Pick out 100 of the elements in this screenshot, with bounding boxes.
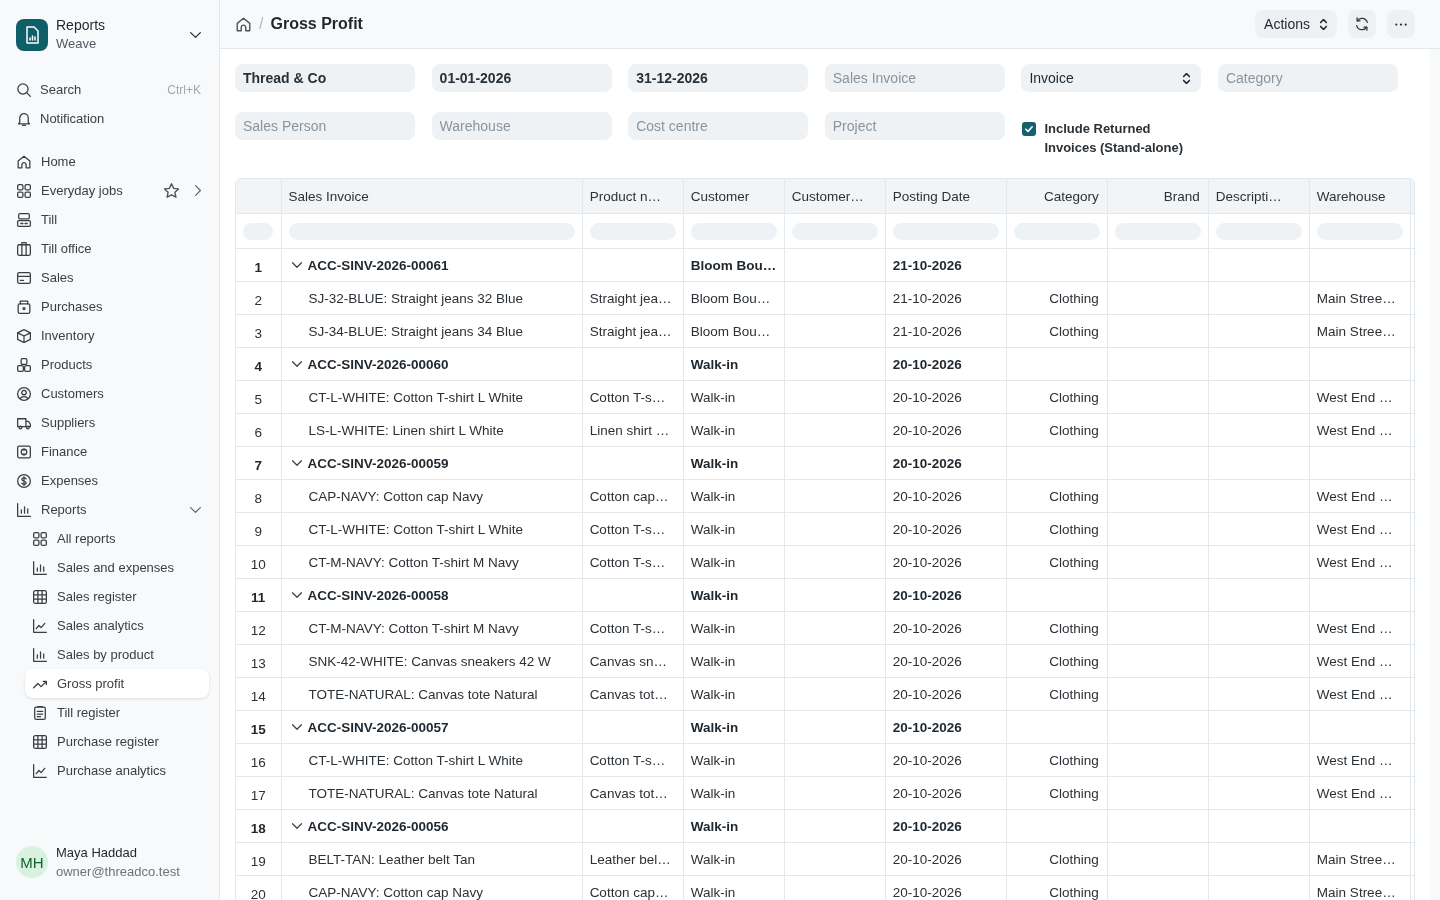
chevron-down-icon[interactable] xyxy=(291,361,302,368)
table-cell: 20-10-2026 xyxy=(885,809,1007,843)
group-title: ACC-SINV-2026-00058 xyxy=(307,587,449,603)
table-cell: 20-10-2026 xyxy=(885,644,1007,678)
table-cell: Clothing xyxy=(1006,512,1108,546)
sidebar-item[interactable]: Till register xyxy=(25,698,209,727)
column-header[interactable]: Warehouse xyxy=(1309,179,1411,214)
filter-field[interactable]: Project xyxy=(824,112,1005,140)
actions-button[interactable]: Actions xyxy=(1255,10,1337,38)
row-number: 14 xyxy=(236,677,281,711)
chevron-down-icon[interactable] xyxy=(291,724,302,731)
box-icon xyxy=(17,299,31,314)
sidebar-item[interactable]: Purchases xyxy=(9,292,209,321)
star-icon[interactable] xyxy=(164,183,179,198)
date-field[interactable]: 01-01-2026 xyxy=(431,64,612,92)
bar-chart-icon xyxy=(33,560,47,575)
sidebar-item[interactable]: Purchase analytics xyxy=(25,756,209,785)
search-button[interactable]: Search Ctrl+K xyxy=(9,75,209,104)
filter-field[interactable]: Thread & Co xyxy=(235,64,415,92)
table-cell: Cotton T-s… xyxy=(582,611,684,645)
table-cell: 20-10-2026 xyxy=(885,347,1007,381)
sidebar-item[interactable]: Expenses xyxy=(9,466,209,495)
refresh-icon xyxy=(1355,17,1369,31)
table-cell: Straight jea… xyxy=(582,281,684,315)
table-cell: Main Stree… xyxy=(1309,314,1411,348)
filter-field[interactable]: Category xyxy=(1217,64,1398,92)
table-cell: CT-L-WHITE: Cotton T-shirt L White xyxy=(281,743,583,777)
notification-button[interactable]: Notification xyxy=(9,104,209,133)
sidebar-item[interactable]: Finance xyxy=(9,437,209,466)
group-title: ACC-SINV-2026-00057 xyxy=(307,719,449,735)
sidebar-item[interactable]: Sales analytics xyxy=(25,611,209,640)
column-header[interactable]: Category xyxy=(1006,179,1108,214)
table-cell: TOTE-NATURAL: Canvas tote Natural xyxy=(281,776,583,810)
column-header[interactable]: Sales Invoice xyxy=(281,179,583,214)
select-field[interactable]: Invoice xyxy=(1021,64,1202,92)
sidebar-item[interactable]: Home xyxy=(9,147,209,176)
table-cell: CT-M-NAVY: Cotton T-shirt M Navy xyxy=(281,611,583,645)
sidebar-item[interactable]: Products xyxy=(9,350,209,379)
chevron-down-icon[interactable] xyxy=(291,460,302,467)
safe-icon xyxy=(17,444,31,459)
table-cell: Walk-in xyxy=(683,644,785,678)
chevron-down-icon[interactable] xyxy=(190,31,201,38)
sidebar-item[interactable]: Sales register xyxy=(25,582,209,611)
chevron-right-icon[interactable] xyxy=(195,185,201,196)
chevron-down-icon[interactable] xyxy=(291,823,302,830)
column-header[interactable]: Product n… xyxy=(582,179,684,214)
table-cell: Bloom Bou… xyxy=(683,248,785,282)
filter-field[interactable]: Sales Invoice xyxy=(824,64,1005,92)
table-cell: Linen shirt … xyxy=(582,413,684,447)
filter-field[interactable]: Cost centre xyxy=(628,112,809,140)
table-cell: CT-L-WHITE: Cotton T-shirt L White xyxy=(281,380,583,414)
filter-field[interactable]: Sales Person xyxy=(235,112,415,140)
sidebar-item[interactable]: Everyday jobs xyxy=(9,176,209,205)
user-name: Maya Haddad xyxy=(56,844,138,862)
sidebar-item[interactable]: Till office xyxy=(9,234,209,263)
table-cell: Clothing xyxy=(1006,875,1108,900)
table-cell: Bloom Bou… xyxy=(683,281,785,315)
bar-chart-icon xyxy=(17,502,31,517)
table-cell: West End … xyxy=(1309,380,1411,414)
table-cell: Clothing xyxy=(1006,842,1108,876)
sidebar-item[interactable]: Suppliers xyxy=(9,408,209,437)
sidebar-item[interactable]: Gross profit xyxy=(25,669,209,698)
user-avatar: MH xyxy=(16,846,48,878)
table-cell: BELT-TAN: Leather belt Tan xyxy=(281,842,583,876)
sidebar-item[interactable]: Sales and expenses xyxy=(25,553,209,582)
table-cell: Walk-in xyxy=(683,710,785,744)
column-header[interactable]: Customer xyxy=(683,179,785,214)
column-header[interactable]: Customer… xyxy=(784,179,886,214)
chevron-down-icon[interactable] xyxy=(291,592,302,599)
sidebar-item[interactable]: Customers xyxy=(9,379,209,408)
sidebar-item[interactable]: Reports xyxy=(9,495,209,524)
table-cell: Walk-in xyxy=(683,743,785,777)
table-cell: 20-10-2026 xyxy=(885,842,1007,876)
home-icon[interactable] xyxy=(236,16,251,32)
table-cell: Walk-in xyxy=(683,578,785,612)
column-header[interactable]: Posting Date xyxy=(885,179,1007,214)
column-header[interactable]: Descripti… xyxy=(1208,179,1310,214)
sidebar-item[interactable]: Sales xyxy=(9,263,209,292)
row-number: 20 xyxy=(236,875,281,900)
filter-field[interactable]: Warehouse xyxy=(431,112,612,140)
sidebar-item[interactable]: Purchase register xyxy=(25,727,209,756)
sidebar-item[interactable]: Till xyxy=(9,205,209,234)
drawer-icon xyxy=(17,212,31,227)
chevron-down-icon[interactable] xyxy=(291,262,302,269)
column-header[interactable]: Brand xyxy=(1107,179,1209,214)
sidebar-item[interactable]: All reports xyxy=(25,524,209,553)
checkbox[interactable] xyxy=(1022,122,1037,136)
refresh-button[interactable] xyxy=(1348,10,1376,38)
table-cell: Main Stree… xyxy=(1309,875,1411,900)
table-cell: Walk-in xyxy=(683,413,785,447)
table-cell: LS-L-WHITE: Linen shirt L White xyxy=(281,413,583,447)
table-icon xyxy=(33,589,47,604)
sidebar-item[interactable]: Sales by product xyxy=(25,640,209,669)
app-logo-icon xyxy=(16,18,48,51)
date-field[interactable]: 31-12-2026 xyxy=(628,64,809,92)
table-cell: 20-10-2026 xyxy=(885,380,1007,414)
group-title: ACC-SINV-2026-00056 xyxy=(307,818,449,834)
sidebar-item[interactable]: Inventory xyxy=(9,321,209,350)
table-cell: Walk-in xyxy=(683,446,785,480)
table-cell: Clothing xyxy=(1006,380,1108,414)
